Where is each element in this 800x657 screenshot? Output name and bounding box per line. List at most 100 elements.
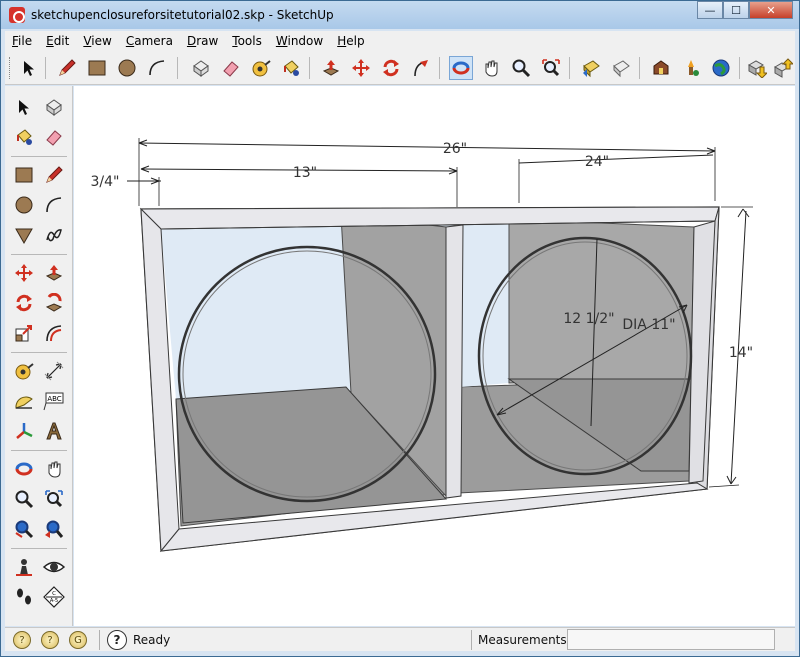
menu-file[interactable]: File: [5, 34, 39, 48]
toolbar-separator: [739, 57, 740, 79]
get-models-icon[interactable]: [745, 56, 769, 80]
toolbar-separator: [309, 57, 310, 79]
toolbar-separator: [11, 548, 67, 549]
axes-icon[interactable]: [11, 418, 37, 444]
move-icon[interactable]: [349, 56, 373, 80]
push-pull-icon[interactable]: [319, 56, 343, 80]
zoom-icon[interactable]: [11, 486, 37, 512]
toolbar-separator: [569, 57, 570, 79]
section-plane-icon[interactable]: C A-5: [41, 584, 67, 610]
close-button[interactable]: ✕: [749, 1, 793, 19]
warehouse-icon[interactable]: [649, 56, 673, 80]
polygon-icon[interactable]: [11, 222, 37, 248]
look-around-icon[interactable]: [41, 554, 67, 580]
sign-in-icon[interactable]: G: [69, 631, 87, 649]
make-component-icon[interactable]: [41, 94, 67, 120]
rotate-icon[interactable]: [11, 290, 37, 316]
dimension-thickness: 3/4": [91, 174, 120, 190]
tape-measure-icon[interactable]: [11, 358, 37, 384]
status-separator: [471, 630, 472, 650]
components-icon[interactable]: [679, 56, 703, 80]
move-icon[interactable]: [11, 260, 37, 286]
toolbar-separator: [45, 57, 46, 79]
previous-icon[interactable]: [41, 516, 67, 542]
toolbar-separator: [11, 352, 67, 353]
next-view-icon[interactable]: [609, 56, 633, 80]
menu-tools[interactable]: Tools: [225, 34, 269, 48]
zoom-icon[interactable]: [509, 56, 533, 80]
left-toolbar: ABC C A-5: [5, 86, 73, 626]
title-bar[interactable]: sketchupenclosureforsitetutorial02.skp -…: [1, 1, 799, 29]
svg-text:A-5: A-5: [50, 598, 58, 604]
select-icon[interactable]: [17, 56, 41, 80]
rectangle-icon[interactable]: [11, 162, 37, 188]
toolbar-separator: [639, 57, 640, 79]
toolbar-grip[interactable]: [9, 57, 12, 79]
orbit-icon[interactable]: [11, 456, 37, 482]
pan-icon[interactable]: [479, 56, 503, 80]
dimension-left: 13": [293, 165, 317, 181]
status-text: Ready: [133, 633, 171, 647]
toolbar-separator: [11, 254, 67, 255]
rectangle-icon[interactable]: [85, 56, 109, 80]
menu-draw[interactable]: Draw: [180, 34, 225, 48]
circle-icon[interactable]: [11, 192, 37, 218]
make-component-icon[interactable]: [189, 56, 213, 80]
rotate-icon[interactable]: [379, 56, 403, 80]
pan-icon[interactable]: [41, 456, 67, 482]
google-earth-icon[interactable]: [709, 56, 733, 80]
menu-help[interactable]: Help: [330, 34, 371, 48]
minimize-button[interactable]: —: [697, 1, 723, 19]
share-model-icon[interactable]: [771, 56, 795, 80]
follow-me-icon[interactable]: [409, 56, 433, 80]
status-separator: [99, 630, 100, 650]
menu-camera[interactable]: Camera: [119, 34, 180, 48]
freehand-icon[interactable]: [41, 222, 67, 248]
main-toolbar: [5, 51, 795, 85]
text-icon[interactable]: ABC: [41, 388, 67, 414]
arc-icon[interactable]: [41, 192, 67, 218]
pencil-icon[interactable]: [55, 56, 79, 80]
follow-me-icon[interactable]: [41, 290, 67, 316]
enclosure-model[interactable]: 26" 13" 24" 3/4" 14" 12 1/2" DIA 11": [74, 86, 795, 626]
toolbar-separator: [11, 450, 67, 451]
offset-icon[interactable]: [41, 320, 67, 346]
menu-window[interactable]: Window: [269, 34, 330, 48]
arc-icon[interactable]: [145, 56, 169, 80]
toolbar-separator: [439, 57, 440, 79]
zoom-extents-icon[interactable]: [11, 516, 37, 542]
circle-icon[interactable]: [115, 56, 139, 80]
sketchup-logo-icon: [9, 7, 25, 23]
window-controls: — ☐ ✕: [697, 1, 793, 19]
protractor-icon[interactable]: [11, 388, 37, 414]
walk-icon[interactable]: [11, 584, 37, 610]
paint-bucket-icon[interactable]: [11, 124, 37, 150]
dimension-overall: 26": [443, 141, 467, 157]
menu-edit[interactable]: Edit: [39, 34, 76, 48]
text-tool-label: ABC: [47, 395, 61, 403]
pencil-icon[interactable]: [41, 162, 67, 188]
previous-view-icon[interactable]: [579, 56, 603, 80]
scale-icon[interactable]: [11, 320, 37, 346]
tape-measure-icon[interactable]: [249, 56, 273, 80]
menu-view[interactable]: View: [76, 34, 118, 48]
3d-text-icon[interactable]: [41, 418, 67, 444]
eraser-icon[interactable]: [41, 124, 67, 150]
position-camera-icon[interactable]: [11, 554, 37, 580]
help-icon[interactable]: ?: [107, 630, 127, 650]
drawing-viewport[interactable]: 26" 13" 24" 3/4" 14" 12 1/2" DIA 11": [74, 86, 795, 626]
eraser-icon[interactable]: [219, 56, 243, 80]
dimension-icon[interactable]: [41, 358, 67, 384]
push-pull-icon[interactable]: [41, 260, 67, 286]
zoom-extents-icon[interactable]: [539, 56, 563, 80]
select-icon[interactable]: [11, 94, 37, 120]
measurements-label: Measurements: [478, 633, 567, 647]
maximize-button[interactable]: ☐: [723, 1, 749, 19]
orbit-icon[interactable]: [449, 56, 473, 80]
measurements-input[interactable]: [567, 629, 775, 650]
geo-location-icon[interactable]: ?: [13, 631, 31, 649]
paint-bucket-icon[interactable]: [279, 56, 303, 80]
app-window: sketchupenclosureforsitetutorial02.skp -…: [0, 0, 800, 657]
zoom-window-icon[interactable]: [41, 486, 67, 512]
credits-icon[interactable]: ?: [41, 631, 59, 649]
